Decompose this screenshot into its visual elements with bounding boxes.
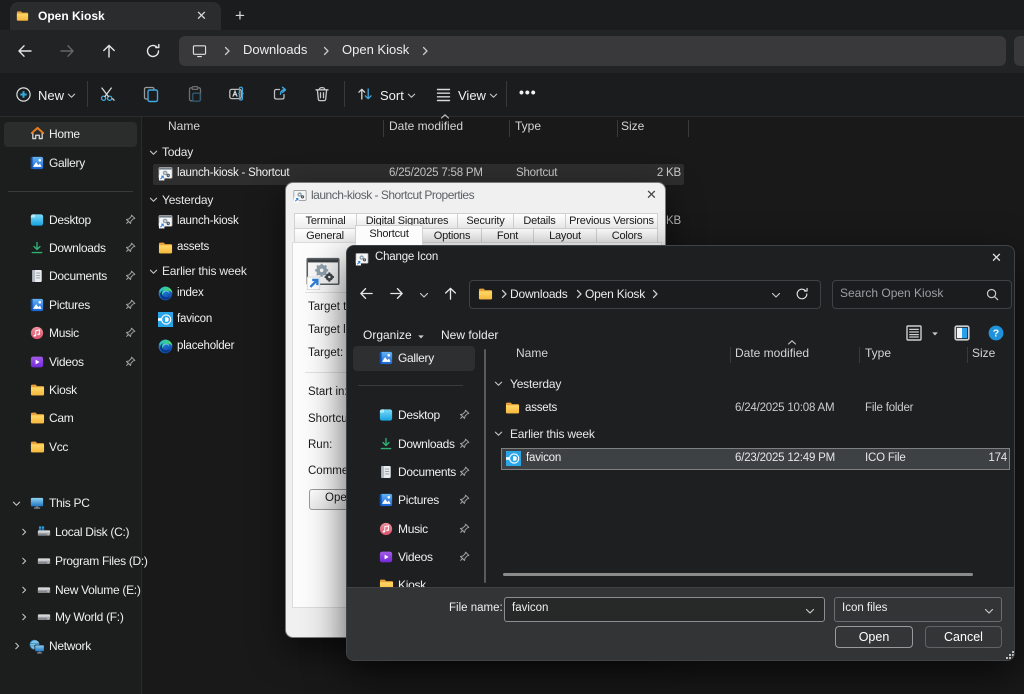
svg-text:?: ? [993, 328, 999, 340]
